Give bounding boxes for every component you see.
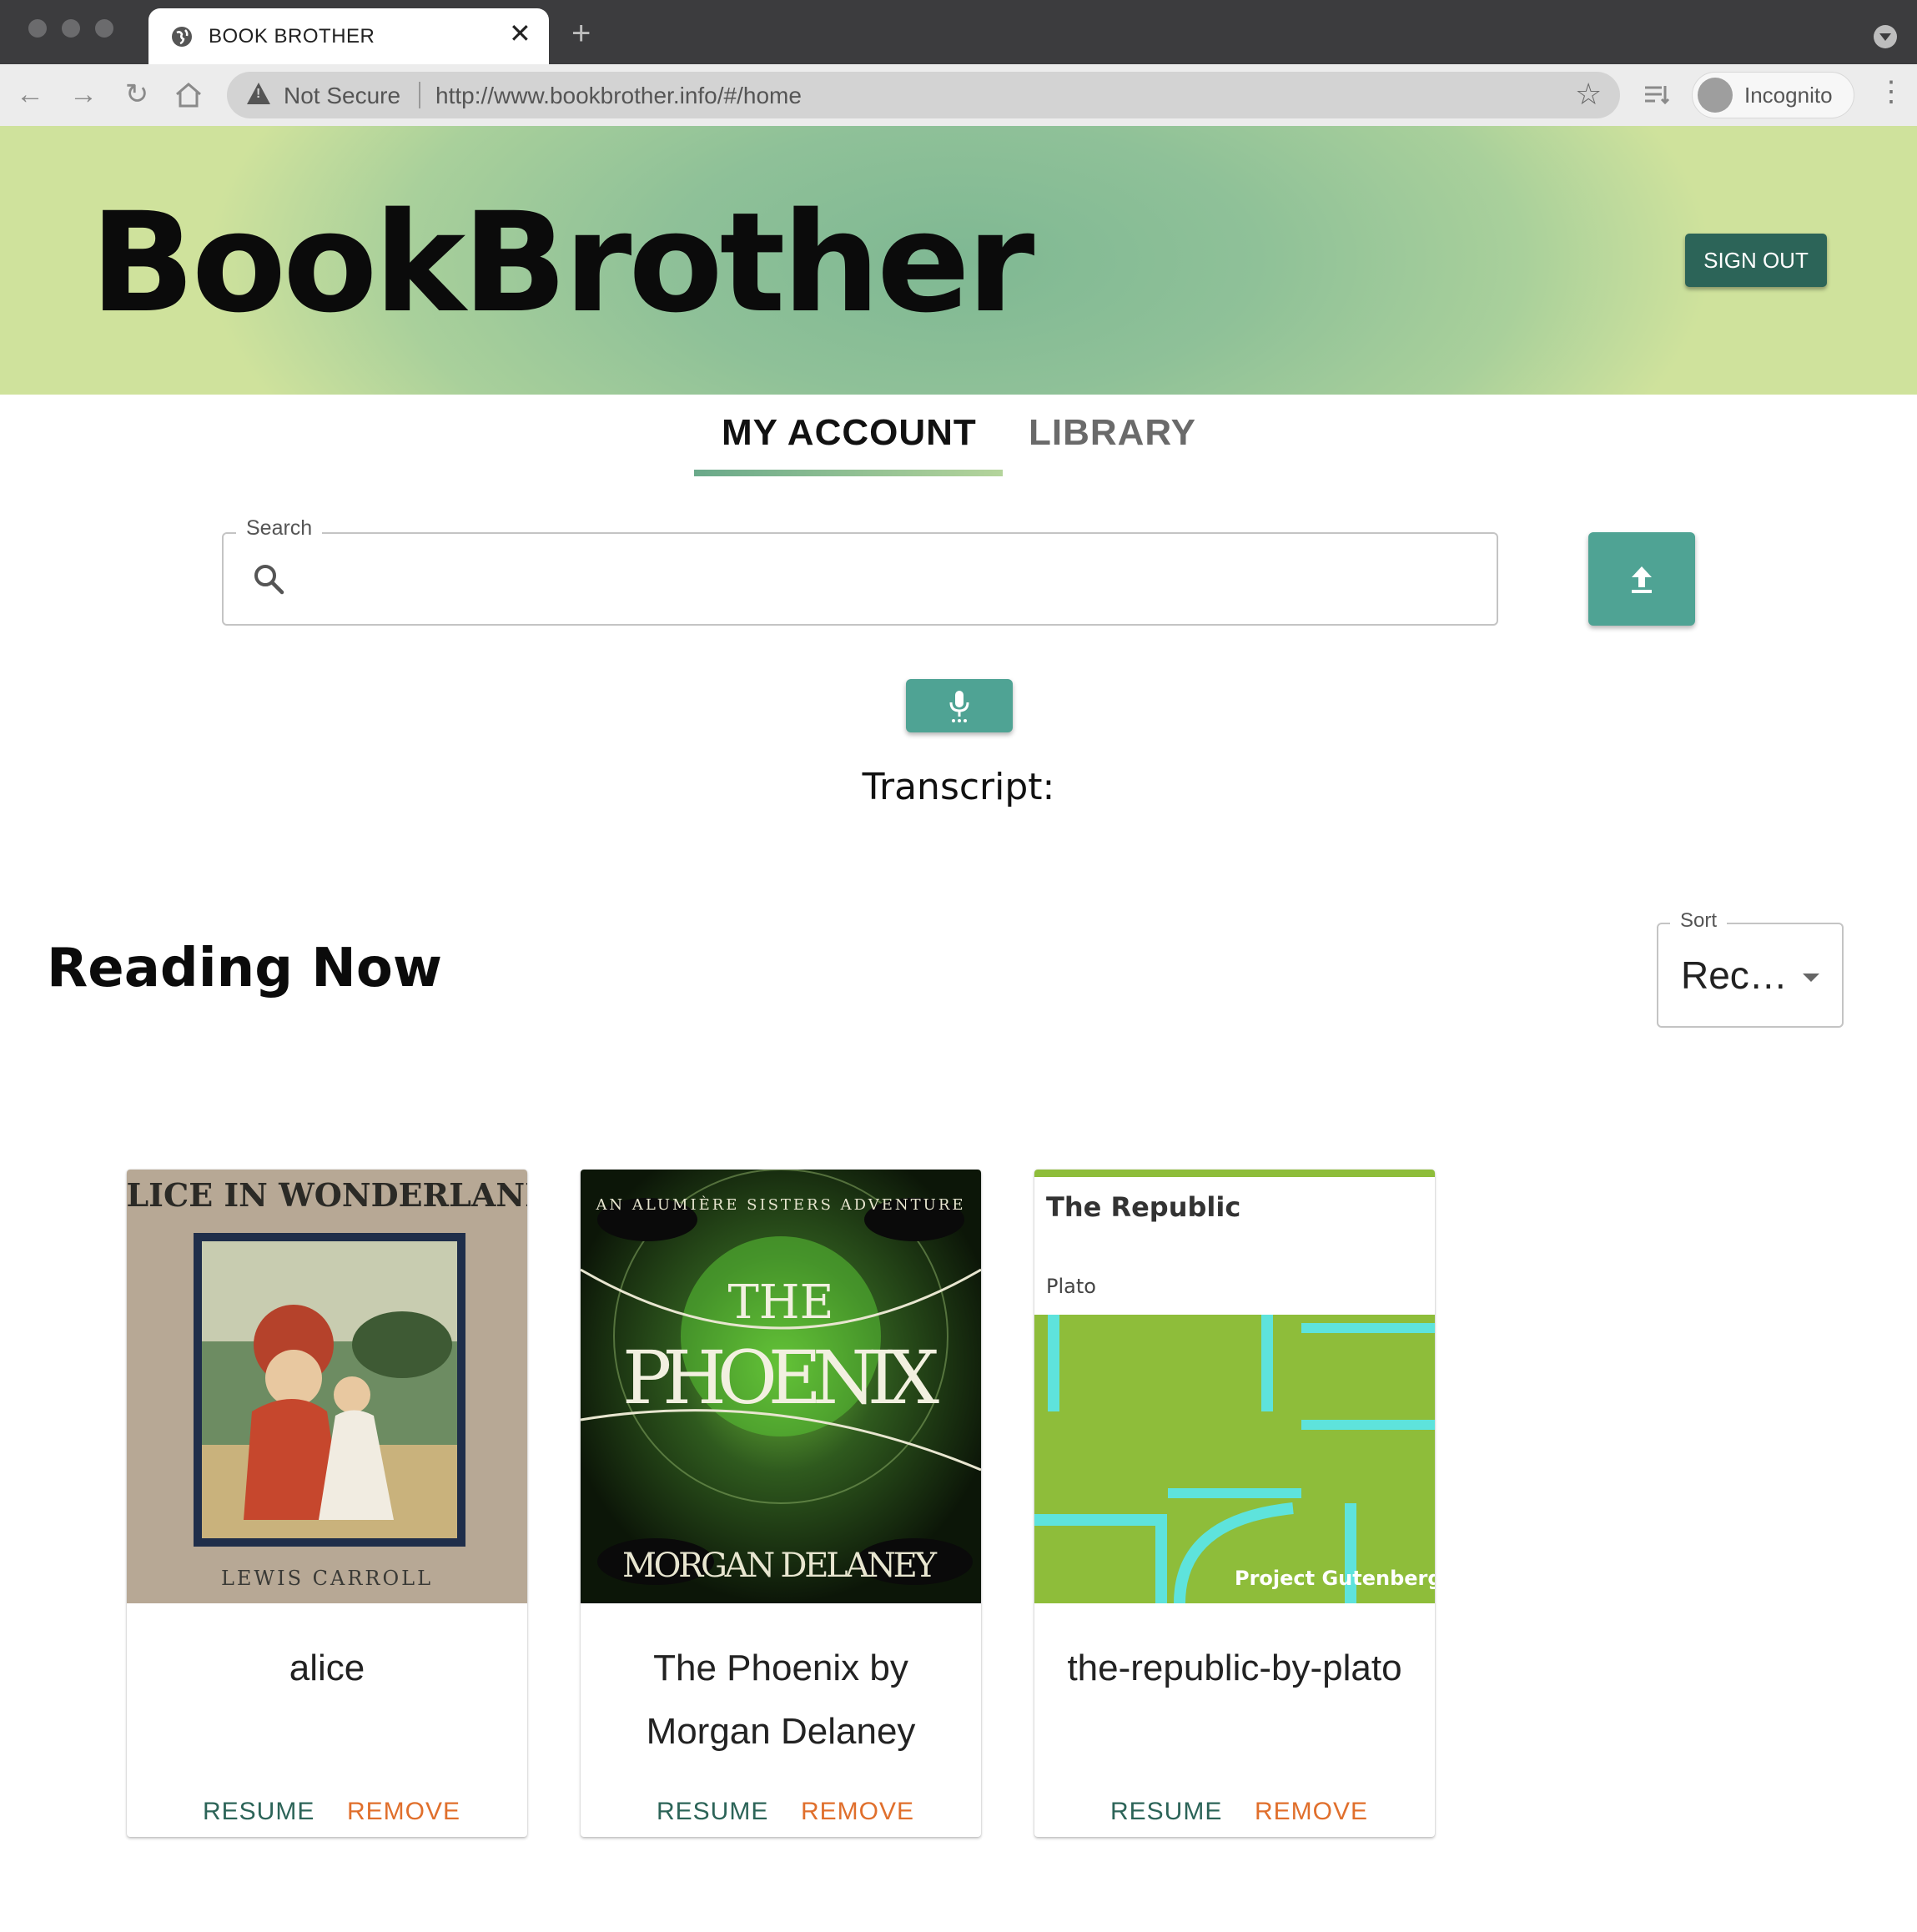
minimize-window-button[interactable] [62,19,80,38]
tab-search-icon[interactable] [1874,25,1897,48]
tab-library[interactable]: LIBRARY [1029,412,1196,454]
app-header: BookBrother SIGN OUT [0,126,1917,395]
active-tab-indicator [694,470,1003,476]
sort-label: Sort [1670,909,1728,933]
reload-icon[interactable]: ↻ [120,78,153,111]
book-cover-phoenix[interactable]: AN ALUMIÈRE SISTERS ADVENTURE THE PHOENI… [581,1170,981,1603]
globe-icon [172,27,192,47]
phoenix-cover-title: PHOENIX [622,1335,939,1421]
resume-button[interactable]: RESUME [203,1798,314,1826]
upload-button[interactable] [1588,532,1695,626]
republic-cover-author: Plato [1046,1275,1096,1298]
incognito-label: Incognito [1744,83,1833,108]
microphone-icon [949,691,969,722]
alice-cover-author: LEWIS CARROLL [221,1567,433,1590]
republic-cover-title: The Republic [1046,1191,1240,1223]
incognito-icon [1698,78,1733,113]
dropdown-arrow-icon[interactable] [1803,974,1819,982]
sort-value[interactable]: Rec… [1681,953,1788,998]
brand-title: BookBrother [90,183,1034,343]
back-icon[interactable]: ← [13,78,47,111]
book-title: the-republic-by-plato [1067,1648,1402,1688]
remove-button[interactable]: REMOVE [347,1798,460,1826]
forward-icon[interactable]: → [67,78,100,111]
close-window-button[interactable] [28,19,47,38]
close-tab-icon[interactable]: ✕ [509,20,531,47]
reading-now-heading: Reading Now [47,938,442,999]
security-label[interactable]: Not Secure [284,83,400,109]
book-card-alice: ALICE IN WONDERLAND LEWIS CARROLL alice … [127,1170,527,1837]
upload-icon [1632,566,1652,593]
search-input[interactable] [300,551,1472,611]
book-cover-republic[interactable]: The Republic Plato Project Gutenberg [1034,1170,1435,1603]
republic-cover-publisher: Project Gutenberg [1235,1567,1435,1590]
warning-icon [247,83,270,104]
remove-button[interactable]: REMOVE [1255,1798,1368,1826]
book-title: alice [289,1648,365,1688]
browser-tab-bar: BOOK BROTHER ✕ + [0,0,1917,64]
browser-toolbar: ← → ↻ Not Secure http://www.bookbrother.… [0,64,1917,127]
book-title: The Phoenix by Morgan Delaney [646,1648,916,1752]
search-label: Search [236,516,323,541]
resume-button[interactable]: RESUME [1110,1798,1222,1826]
resume-button[interactable]: RESUME [657,1798,768,1826]
maximize-window-button[interactable] [95,19,113,38]
book-card-republic: The Republic Plato Project Gutenberg the… [1034,1170,1435,1837]
alice-cover-title: ALICE IN WONDERLAND [127,1176,527,1214]
address-bar[interactable]: Not Secure http://www.bookbrother.info/#… [227,72,1620,118]
tab-title: BOOK BROTHER [209,25,375,48]
transcript-label: Transcript: [862,766,1055,808]
bookmark-star-icon[interactable]: ☆ [1575,77,1602,112]
address-separator [419,82,420,108]
browser-tab[interactable]: BOOK BROTHER ✕ [148,8,549,64]
new-tab-icon[interactable]: + [571,17,591,50]
book-cover-alice[interactable]: ALICE IN WONDERLAND LEWIS CARROLL [127,1170,527,1603]
sign-out-button[interactable]: SIGN OUT [1685,234,1827,287]
search-icon [254,565,284,595]
phoenix-cover-author: MORGAN DELANEY [622,1547,939,1585]
browser-menu-icon[interactable]: ⋮ [1877,78,1905,106]
reading-list-icon[interactable] [1643,83,1670,106]
tab-my-account[interactable]: MY ACCOUNT [722,412,977,454]
phoenix-cover-the: THE [727,1275,833,1330]
url-text[interactable]: http://www.bookbrother.info/#/home [435,83,802,109]
home-icon[interactable] [174,81,204,109]
book-card-phoenix: AN ALUMIÈRE SISTERS ADVENTURE THE PHOENI… [581,1170,981,1837]
microphone-button[interactable] [906,679,1013,732]
incognito-badge[interactable]: Incognito [1692,72,1854,118]
remove-button[interactable]: REMOVE [801,1798,914,1826]
phoenix-cover-series: AN ALUMIÈRE SISTERS ADVENTURE [595,1195,965,1214]
